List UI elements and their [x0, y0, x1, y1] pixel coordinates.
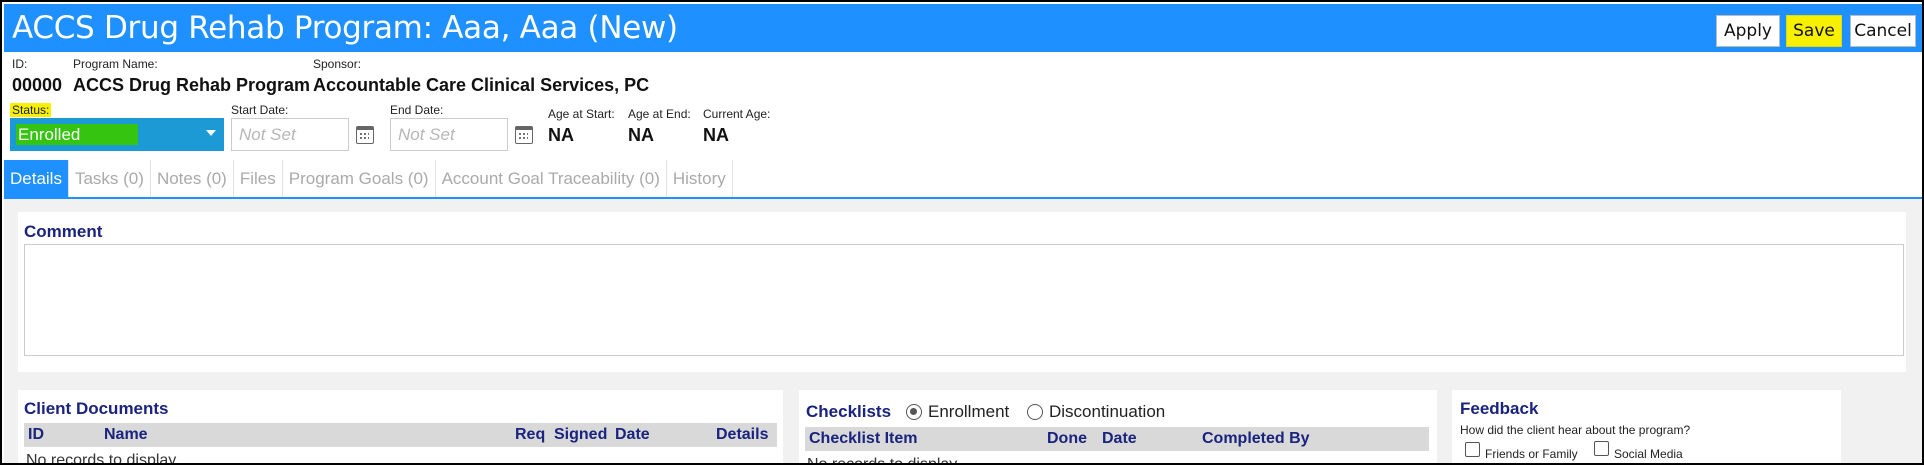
title-bar: ACCS Drug Rehab Program: Aaa, Aaa (New) …: [4, 4, 1922, 52]
program-window: ACCS Drug Rehab Program: Aaa, Aaa (New) …: [0, 0, 1924, 465]
column-header-completed-by[interactable]: Completed By: [1202, 430, 1310, 448]
column-header-date[interactable]: Date: [615, 426, 650, 444]
friends-or-family-label[interactable]: Friends or Family: [1485, 447, 1578, 461]
id-value: 00000: [12, 75, 63, 95]
tab-account-goal-traceability[interactable]: Account Goal Traceability (0): [436, 160, 667, 198]
page-title: ACCS Drug Rehab Program: Aaa, Aaa (New): [12, 10, 678, 46]
program-name-label: Program Name:: [73, 57, 158, 71]
current-age-label: Current Age:: [703, 107, 771, 121]
social-media-checkbox[interactable]: [1594, 441, 1609, 456]
feedback-question: How did the client hear about the progra…: [1460, 423, 1691, 437]
column-header-name[interactable]: Name: [104, 426, 148, 444]
column-header-done[interactable]: Done: [1047, 430, 1087, 448]
current-age-value: NA: [703, 125, 729, 145]
tab-details[interactable]: Details: [4, 160, 69, 198]
calendar-icon[interactable]: [515, 126, 533, 144]
chevron-down-icon: [206, 130, 216, 136]
social-media-label[interactable]: Social Media: [1614, 447, 1683, 461]
column-header-id[interactable]: ID: [28, 426, 44, 444]
calendar-icon[interactable]: [356, 126, 374, 144]
age-at-end-label: Age at End:: [628, 107, 691, 121]
discontinuation-radio[interactable]: [1027, 404, 1043, 420]
status-label: Status:: [10, 103, 52, 117]
discontinuation-radio-label[interactable]: Discontinuation: [1049, 402, 1165, 422]
column-header-checklist-item[interactable]: Checklist Item: [809, 430, 917, 448]
client-documents-title: Client Documents: [24, 399, 169, 418]
client-documents-header: ID Name Req Signed Date Details: [24, 423, 777, 447]
tab-files[interactable]: Files: [234, 160, 283, 198]
friends-or-family-checkbox[interactable]: [1465, 442, 1480, 457]
status-value: Enrolled: [16, 124, 138, 145]
status-dropdown[interactable]: Enrolled: [10, 118, 224, 151]
column-header-details[interactable]: Details: [716, 426, 768, 444]
enrollment-radio-label[interactable]: Enrollment: [928, 402, 1009, 422]
end-date-input[interactable]: Not Set: [390, 118, 508, 151]
sponsor-label: Sponsor:: [313, 57, 362, 71]
comment-textarea[interactable]: [24, 244, 1904, 356]
tab-notes[interactable]: Notes (0): [151, 160, 234, 198]
column-header-signed[interactable]: Signed: [554, 426, 607, 444]
save-button[interactable]: Save: [1786, 15, 1842, 47]
sponsor-value: Accountable Care Clinical Services, PC: [313, 75, 650, 95]
cancel-button[interactable]: Cancel: [1850, 15, 1916, 47]
client-documents-empty: No records to display: [26, 452, 177, 465]
apply-button[interactable]: Apply: [1716, 15, 1780, 47]
tab-bar: Details Tasks (0) Notes (0) Files Progra…: [4, 160, 733, 198]
tab-history[interactable]: History: [667, 160, 733, 198]
checklists-title: Checklists: [806, 402, 892, 421]
column-header-date[interactable]: Date: [1102, 430, 1137, 448]
comment-title: Comment: [24, 222, 103, 241]
end-date-label: End Date:: [390, 103, 444, 117]
tab-program-goals[interactable]: Program Goals (0): [283, 160, 436, 198]
age-at-end-value: NA: [628, 125, 654, 145]
age-at-start-value: NA: [548, 125, 574, 145]
feedback-title: Feedback: [1460, 399, 1539, 418]
start-date-label: Start Date:: [231, 103, 289, 117]
checklists-header: Checklist Item Done Date Completed By: [805, 427, 1429, 451]
checklists-empty: No records to display: [807, 456, 958, 465]
tab-tasks[interactable]: Tasks (0): [69, 160, 151, 198]
age-at-start-label: Age at Start:: [548, 107, 615, 121]
id-label: ID:: [12, 57, 28, 71]
program-name-value: ACCS Drug Rehab Program: [73, 75, 311, 95]
start-date-input[interactable]: Not Set: [231, 118, 349, 151]
enrollment-radio[interactable]: [906, 404, 922, 420]
column-header-req[interactable]: Req: [515, 426, 545, 444]
